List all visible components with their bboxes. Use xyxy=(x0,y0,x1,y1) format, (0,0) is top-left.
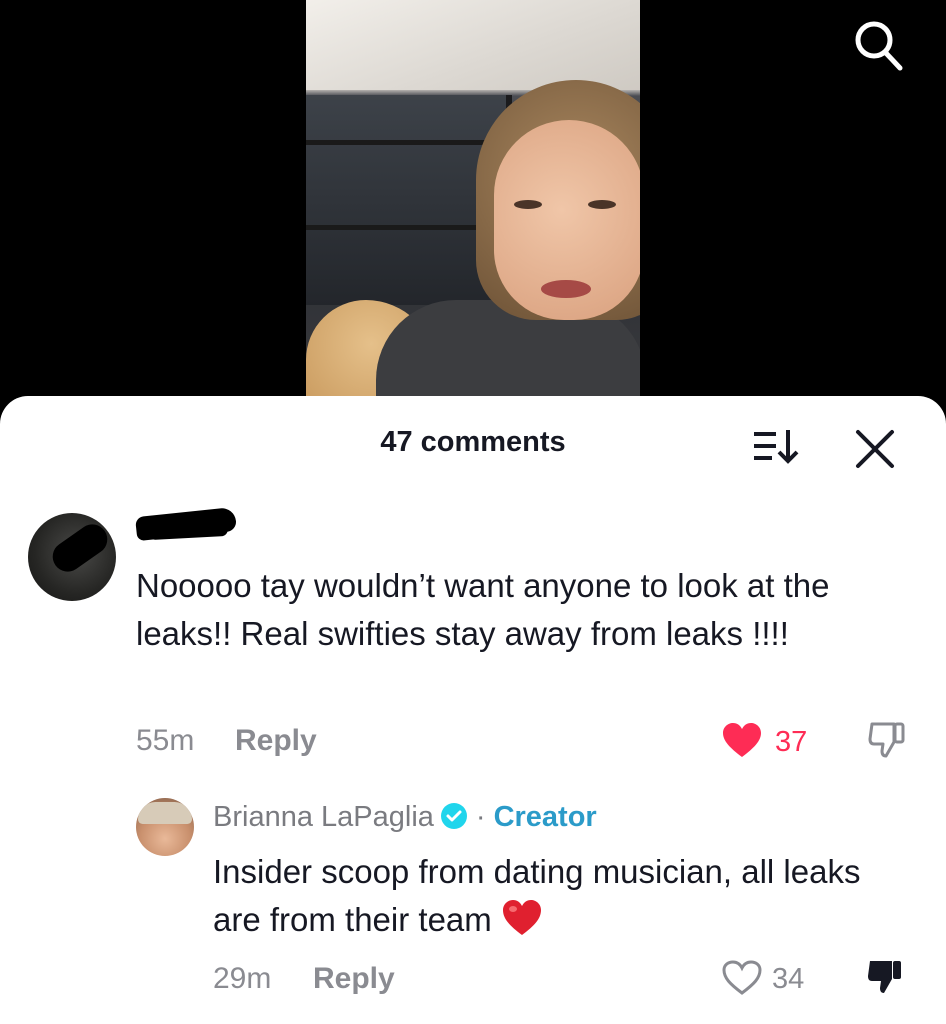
commenter-avatar[interactable] xyxy=(28,513,116,601)
video-person-eye xyxy=(514,200,542,209)
video-player[interactable] xyxy=(306,0,640,400)
reply-time: 29m xyxy=(213,962,272,995)
redacted-username xyxy=(147,521,229,541)
heart-icon[interactable] xyxy=(722,723,762,759)
comments-count: 47 comments xyxy=(380,426,566,458)
reply-author-line: Brianna LaPaglia · Creator xyxy=(213,801,597,834)
video-person-eye xyxy=(588,200,616,209)
creator-avatar[interactable] xyxy=(136,798,194,856)
sort-icon[interactable] xyxy=(752,426,800,468)
reply-text: Insider scoop from dating musician, all … xyxy=(213,848,913,944)
thumbs-down-icon[interactable] xyxy=(866,957,904,997)
heart-emoji-icon xyxy=(502,900,541,935)
verified-icon xyxy=(440,803,467,829)
reply-author-name[interactable]: Brianna LaPaglia xyxy=(213,801,434,833)
comments-header: 47 comments xyxy=(0,396,946,491)
like-count: 34 xyxy=(772,963,805,995)
avatar-redaction xyxy=(46,518,114,578)
heart-icon[interactable] xyxy=(722,960,762,996)
comment-text: Nooooo tay wouldn’t want anyone to look … xyxy=(136,567,830,652)
creator-badge: Creator xyxy=(493,801,597,833)
reply-button[interactable]: Reply xyxy=(235,724,317,758)
like-count: 37 xyxy=(775,726,808,758)
thumbs-down-icon[interactable] xyxy=(868,720,906,760)
separator-dot: · xyxy=(475,801,486,833)
reply-button[interactable]: Reply xyxy=(313,962,395,996)
search-icon[interactable] xyxy=(850,18,906,74)
comments-sheet: 47 comments Nooooo tay wouldn’t want any… xyxy=(0,396,946,1024)
video-ceiling xyxy=(306,0,640,90)
video-person-mouth xyxy=(541,280,591,298)
close-icon[interactable] xyxy=(852,426,898,472)
video-rail xyxy=(306,140,506,145)
avatar-hat xyxy=(138,802,192,824)
comment-time: 55m xyxy=(136,724,195,757)
